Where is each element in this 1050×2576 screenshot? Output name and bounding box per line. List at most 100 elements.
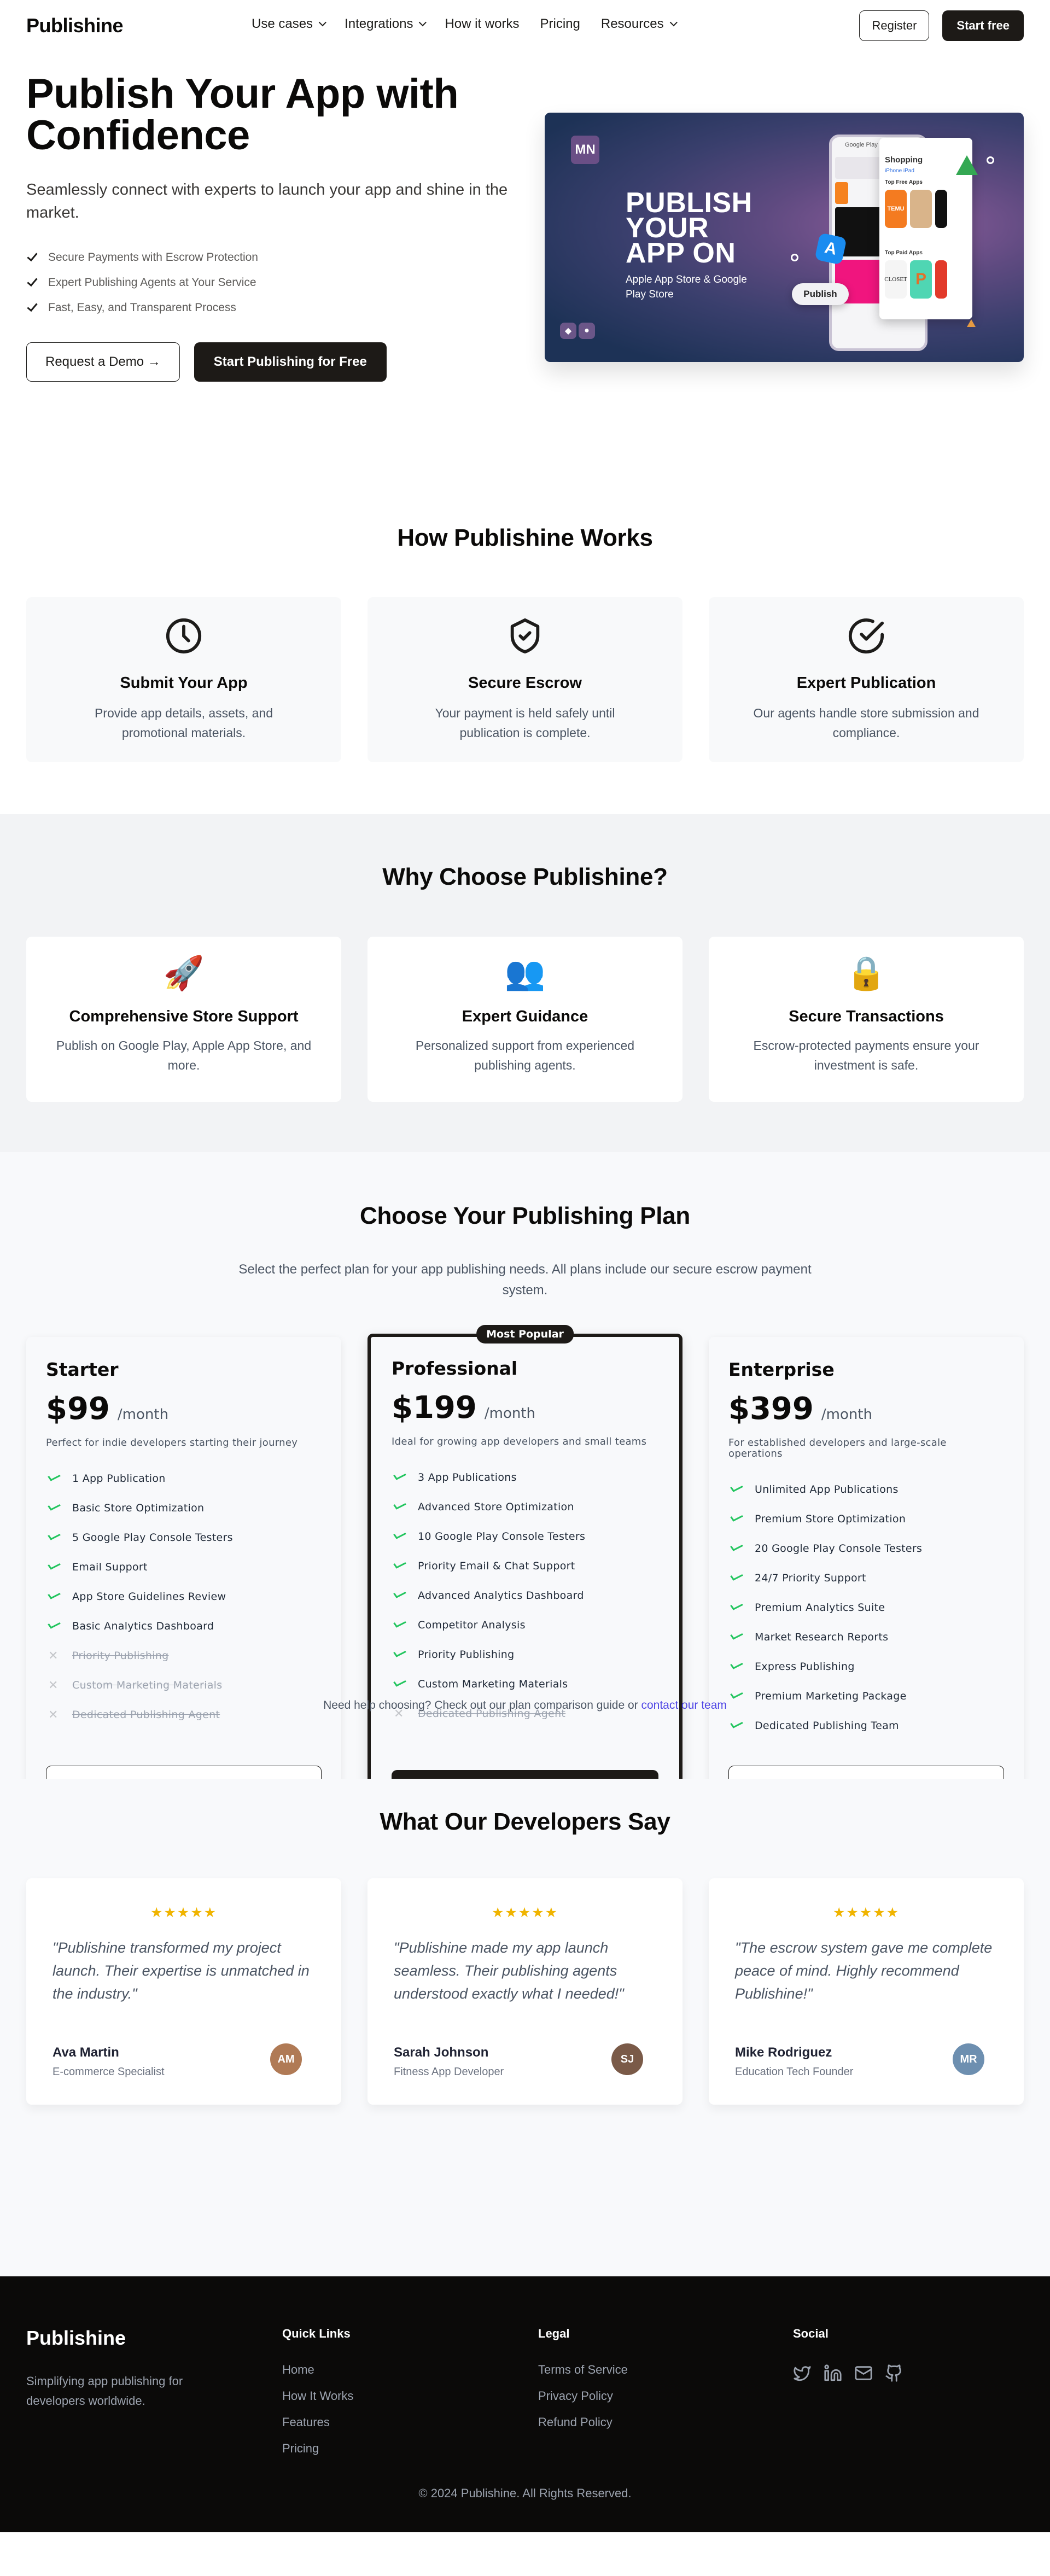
nav-resources[interactable]: Resources	[601, 16, 678, 32]
how-cards: Submit Your App Provide app details, ass…	[0, 597, 1050, 762]
closet-tile: CLOSET	[884, 260, 907, 299]
price-amount: $399	[728, 1391, 814, 1427]
feature-item: 1 App Publication	[46, 1464, 322, 1493]
why-choose-section: Why Choose Publishine? 🚀 Comprehensive S…	[0, 814, 1050, 1152]
lock-icon: 🔒	[845, 955, 887, 991]
footer-link-privacy[interactable]: Privacy Policy	[538, 2389, 628, 2415]
check-icon	[393, 1470, 415, 1481]
feature-item: 3 App Publications	[392, 1463, 658, 1492]
plan-price: $399/month	[728, 1391, 1004, 1427]
star-rating: ★★★★★	[150, 1905, 218, 1920]
feature-list: 3 App Publications Advanced Store Optimiz…	[392, 1463, 658, 1728]
feature-label: Dedicated Publishing Team	[755, 1720, 899, 1732]
twitter-icon[interactable]	[793, 2364, 812, 2382]
nav-links: Use cases Integrations How it works Pric…	[252, 16, 678, 32]
feature-item: ✕ Custom Marketing Materials	[46, 1670, 322, 1700]
check-icon	[27, 300, 38, 312]
app-tile	[935, 190, 947, 228]
author: Ava Martin E-commerce Specialist	[52, 2045, 165, 2078]
footer-link-how-it-works[interactable]: How It Works	[282, 2389, 353, 2415]
amazon-tile	[910, 190, 932, 228]
feature-label: Basic Store Optimization	[72, 1502, 205, 1514]
testimonial-quote: "Publishine transformed my project launc…	[52, 1940, 310, 2002]
feature-item: Market Research Reports	[728, 1622, 1004, 1652]
why-card: 🔒 Secure Transactions Escrow-protected p…	[709, 937, 1024, 1102]
nav-label: Use cases	[252, 16, 313, 31]
feature-label: 5 Google Play Console Testers	[72, 1532, 233, 1544]
feature-label: Unlimited App Publications	[755, 1483, 899, 1496]
feature-label: Priority Publishing	[72, 1650, 169, 1662]
rocket-icon: 🚀	[163, 955, 205, 991]
card-desc: Publish on Google Play, Apple App Store,…	[56, 1038, 312, 1072]
linkedin-icon[interactable]	[824, 2364, 842, 2382]
mail-icon[interactable]	[854, 2364, 873, 2382]
footer-heading: Social	[793, 2327, 829, 2340]
feature-label: Competitor Analysis	[418, 1619, 526, 1631]
apple-icon: ●	[579, 323, 595, 339]
github-icon[interactable]	[885, 2364, 903, 2382]
feature-label: 24/7 Priority Support	[755, 1572, 866, 1584]
nav-label: Pricing	[540, 16, 580, 31]
nav-integrations[interactable]: Integrations	[345, 16, 427, 32]
footer-logo[interactable]: Publishine	[26, 2327, 234, 2350]
section-title: What Our Developers Say	[380, 1808, 670, 1835]
star-rating: ★★★★★	[832, 1905, 900, 1920]
hero-title: Publish Your App with Confidence	[26, 71, 459, 159]
feature-label: Express Publishing	[755, 1661, 855, 1673]
penny-finder-tile: P	[910, 260, 932, 299]
testimonial-quote: "Publishine made my app launch seamless.…	[394, 1940, 624, 2002]
check-icon	[27, 250, 38, 262]
feature-label: App Store Guidelines Review	[72, 1591, 226, 1603]
android-icon: ◆	[560, 323, 576, 339]
plan-desc: Ideal for growing app developers and sma…	[392, 1436, 647, 1447]
feature-item: App Store Guidelines Review	[46, 1582, 322, 1611]
chevron-down-icon	[419, 19, 427, 27]
legal-links-list: Terms of Service Privacy Policy Refund P…	[538, 2363, 628, 2441]
feature-item: Advanced Store Optimization	[392, 1492, 658, 1522]
hero-image: MN PUBLISH YOUR APP ON Apple App Store &…	[545, 113, 1024, 362]
register-button[interactable]: Register	[859, 10, 930, 41]
pricing-subtitle: Select the perfect plan for your app pub…	[238, 1262, 812, 1298]
testimonial-card: ★★★★★ "Publishine transformed my project…	[26, 1878, 341, 2105]
check-icon	[730, 1571, 751, 1581]
footer-heading: Quick Links	[282, 2327, 351, 2340]
benefit-text: Expert Publishing Agents at Your Service	[48, 276, 256, 289]
card-desc: Personalized support from experienced pu…	[415, 1038, 635, 1072]
feature-label: Advanced Store Optimization	[418, 1501, 574, 1513]
plan-desc: Perfect for indie developers starting th…	[46, 1437, 298, 1448]
footer-link-terms[interactable]: Terms of Service	[538, 2363, 628, 2389]
store-section-title: Shopping	[885, 155, 923, 165]
phone-tile	[835, 182, 848, 204]
why-card: 👥 Expert Guidance Personalized support f…	[368, 937, 682, 1102]
hero-content: Publish Your App with Confidence Seamles…	[26, 73, 518, 382]
decor-ring	[791, 254, 798, 261]
footer-link-home[interactable]: Home	[282, 2363, 353, 2389]
check-icon	[730, 1660, 751, 1670]
star-rating: ★★★★★	[491, 1905, 559, 1920]
start-free-button[interactable]: Start free	[942, 10, 1024, 41]
footer: Publishine Simplifying app publishing fo…	[0, 2276, 1050, 2532]
nav-how-it-works[interactable]: How it works	[445, 16, 519, 32]
contact-team-link[interactable]: contact our team	[641, 1699, 726, 1712]
request-demo-button[interactable]: Request a Demo →	[26, 342, 180, 382]
author: Mike Rodriguez Education Tech Founder	[735, 2045, 853, 2078]
nav-actions: Register Start free	[859, 10, 1024, 41]
image-headline: PUBLISH YOUR APP ON	[626, 187, 752, 269]
publish-pill: Publish	[792, 283, 849, 305]
check-circle-icon	[848, 618, 884, 654]
nav-pricing[interactable]: Pricing	[540, 16, 580, 32]
plan-price: $99/month	[46, 1391, 322, 1427]
footer-link-refund[interactable]: Refund Policy	[538, 2415, 628, 2441]
quick-links-list: Home How It Works Features Pricing	[282, 2363, 353, 2468]
check-icon	[393, 1559, 415, 1569]
feature-item: Priority Email & Chat Support	[392, 1551, 658, 1581]
plan-name: Starter	[46, 1359, 119, 1380]
footer-link-pricing[interactable]: Pricing	[282, 2441, 353, 2468]
logo[interactable]: Publishine	[26, 14, 234, 37]
start-publishing-button[interactable]: Start Publishing for Free	[194, 342, 387, 382]
os-icons: ◆ ●	[560, 323, 595, 339]
nav-use-cases[interactable]: Use cases	[252, 16, 326, 32]
decor-ring	[987, 156, 994, 164]
footer-link-features[interactable]: Features	[282, 2415, 353, 2441]
footer-tagline: Simplifying app publishing for developer…	[26, 2374, 183, 2408]
